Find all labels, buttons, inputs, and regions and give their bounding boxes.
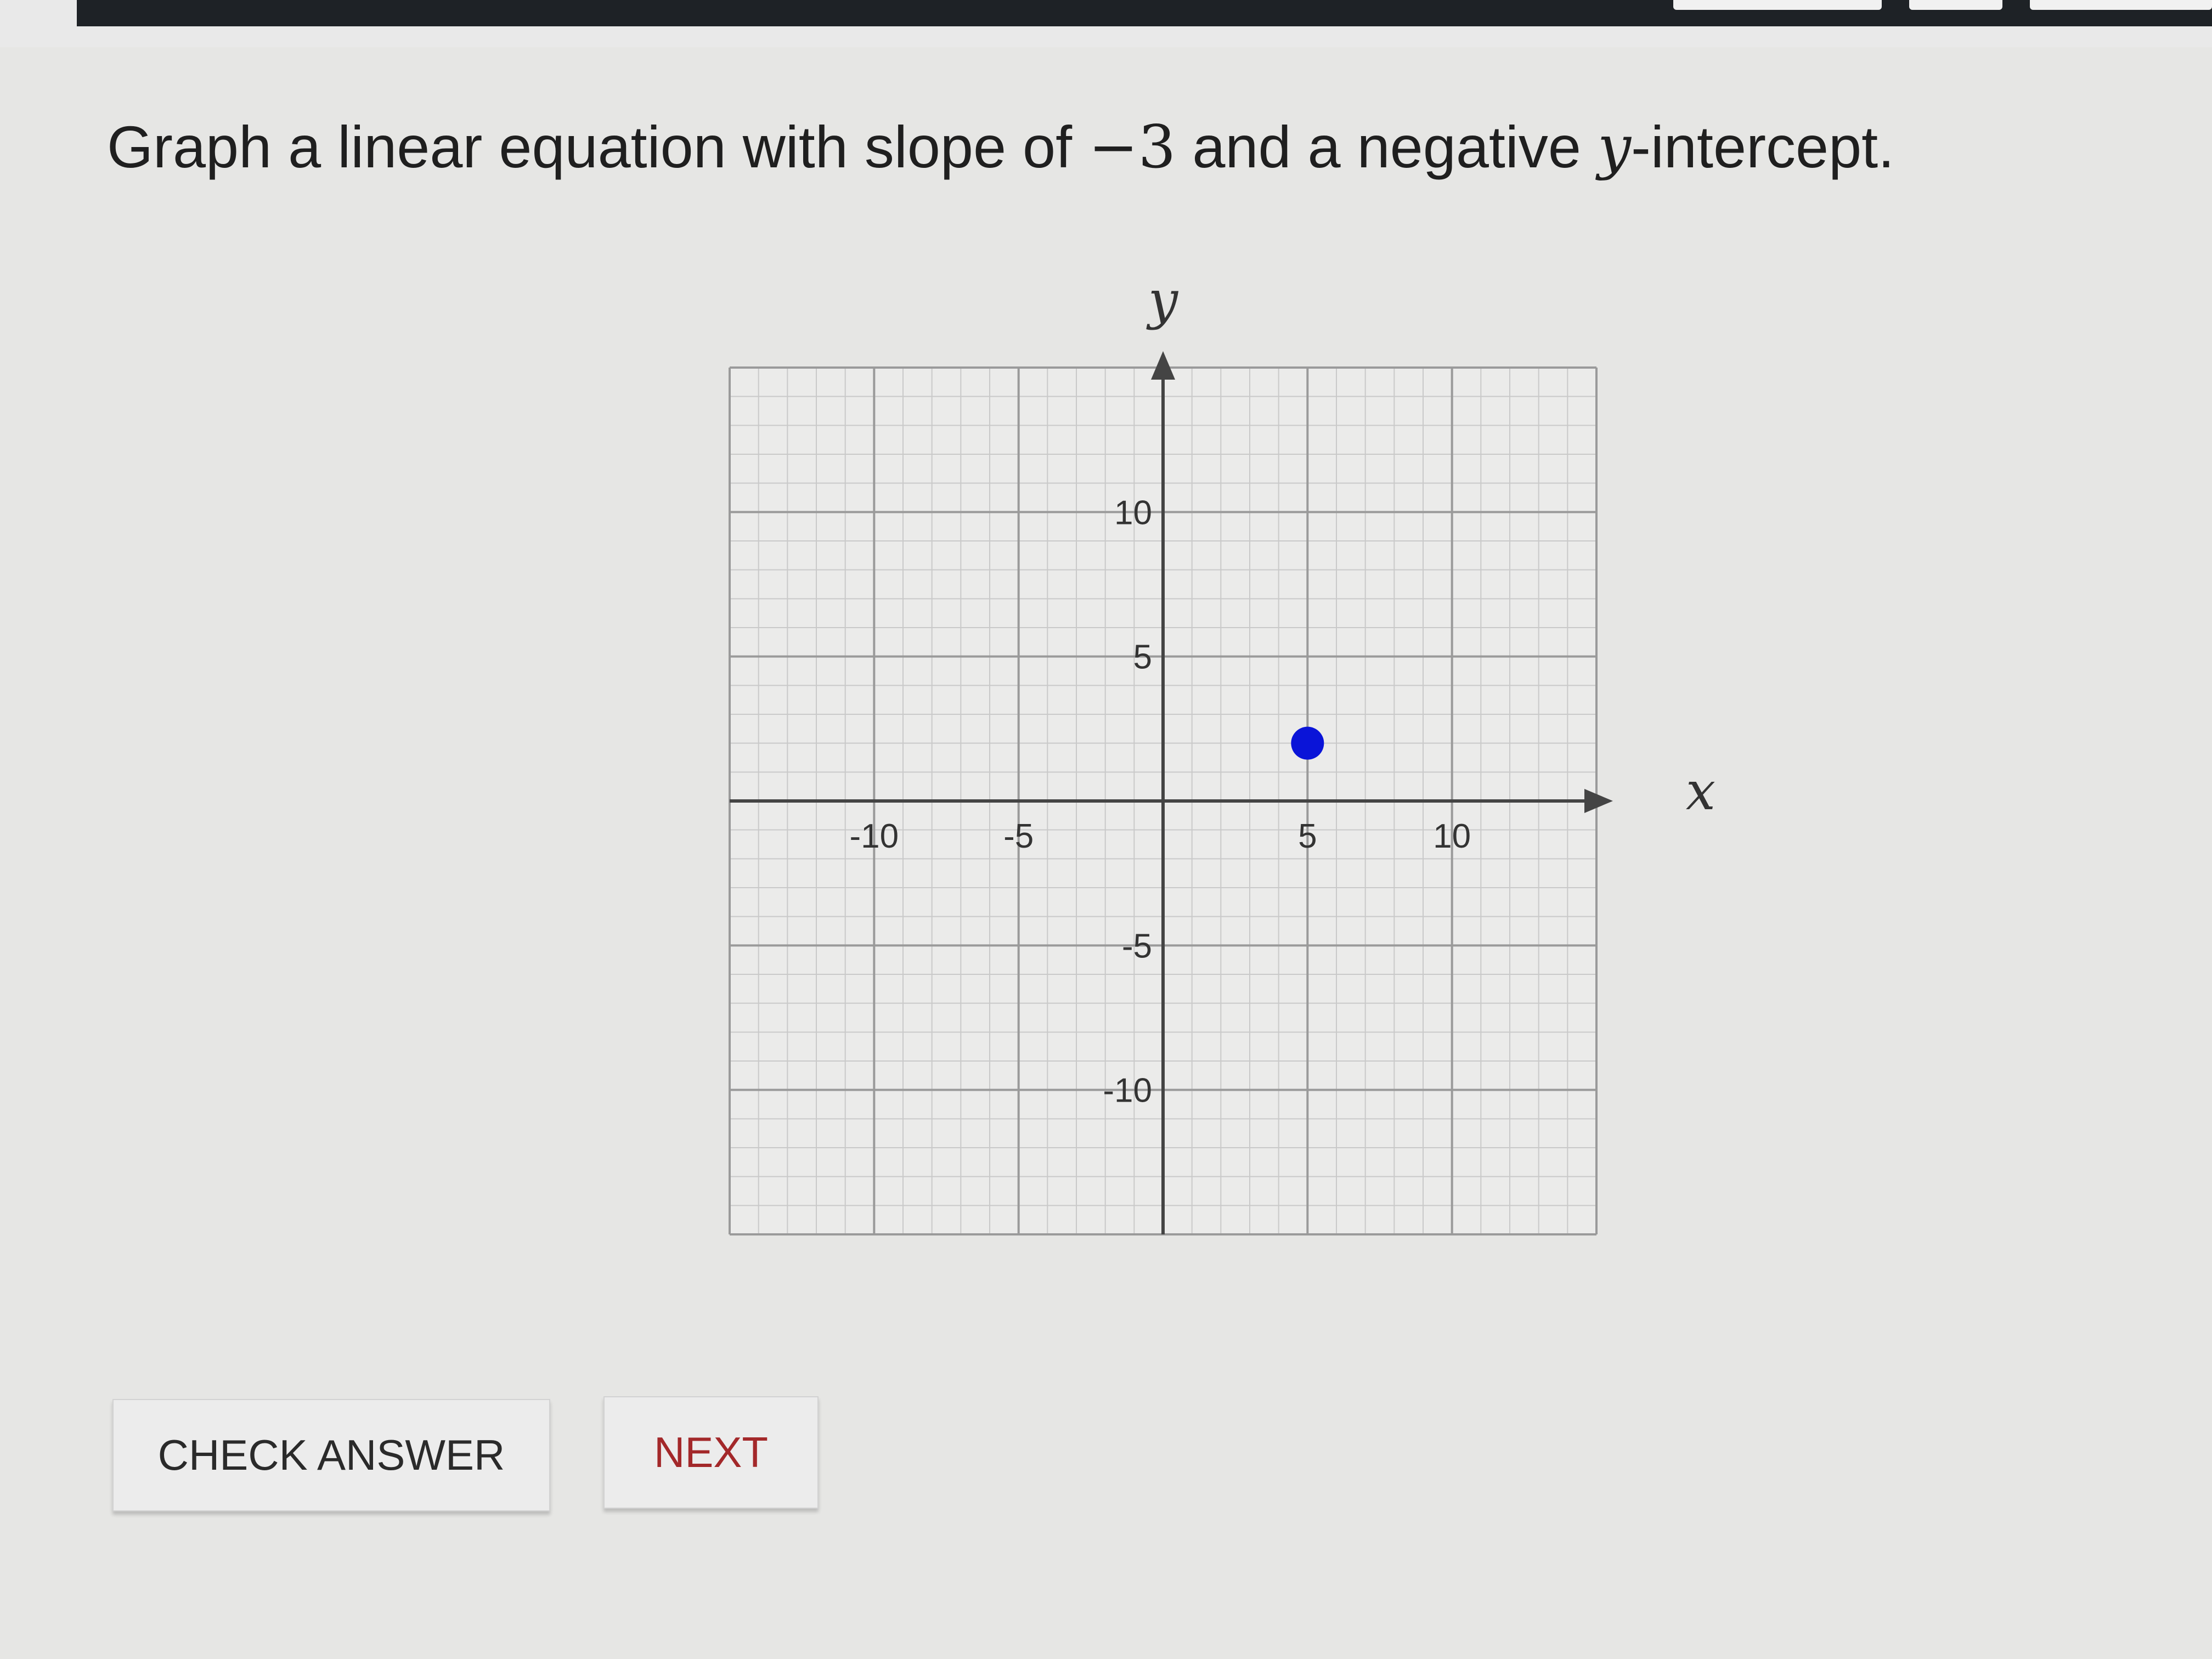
question-text-after: -intercept. [1630,114,1895,180]
question-text-before: Graph a linear equation with slope of [107,114,1089,180]
y-tick-label: 10 [1114,494,1152,532]
top-navigation-bar [77,0,2212,26]
x-axis-label: x [1686,760,1716,822]
y-tick-label: -10 [1103,1072,1152,1110]
y-axis-label: y [1146,274,1179,331]
graphing-tool[interactable]: -10 -5 5 10 10 5 -5 -10 y x [691,274,1734,1262]
top-bar-tab[interactable] [1673,0,1882,10]
next-button[interactable]: NEXT [603,1396,819,1509]
top-bar-tab[interactable] [1909,0,2002,10]
y-tick-label: -5 [1122,927,1152,965]
slope-value: −3 [1088,113,1176,182]
plotted-points[interactable] [1291,726,1324,760]
x-axis-arrow [1584,789,1613,813]
y-tick-label: 5 [1133,639,1152,676]
intercept-variable: y [1597,113,1631,182]
x-tick-label: 5 [1298,817,1317,855]
coordinate-plane[interactable]: -10 -5 5 10 10 5 -5 -10 y x [691,274,1734,1262]
question-text-middle: and a negative [1176,114,1598,180]
top-bar-tab[interactable] [2030,0,2212,10]
question-prompt: Graph a linear equation with slope of −3… [107,112,1894,182]
y-axis-arrow [1151,351,1175,380]
x-tick-label: -10 [850,817,899,855]
x-tick-label: 10 [1433,817,1471,855]
x-tick-label: -5 [1003,817,1034,855]
check-answer-button[interactable]: CHECK ANSWER [112,1399,550,1511]
plotted-point[interactable] [1291,726,1324,760]
